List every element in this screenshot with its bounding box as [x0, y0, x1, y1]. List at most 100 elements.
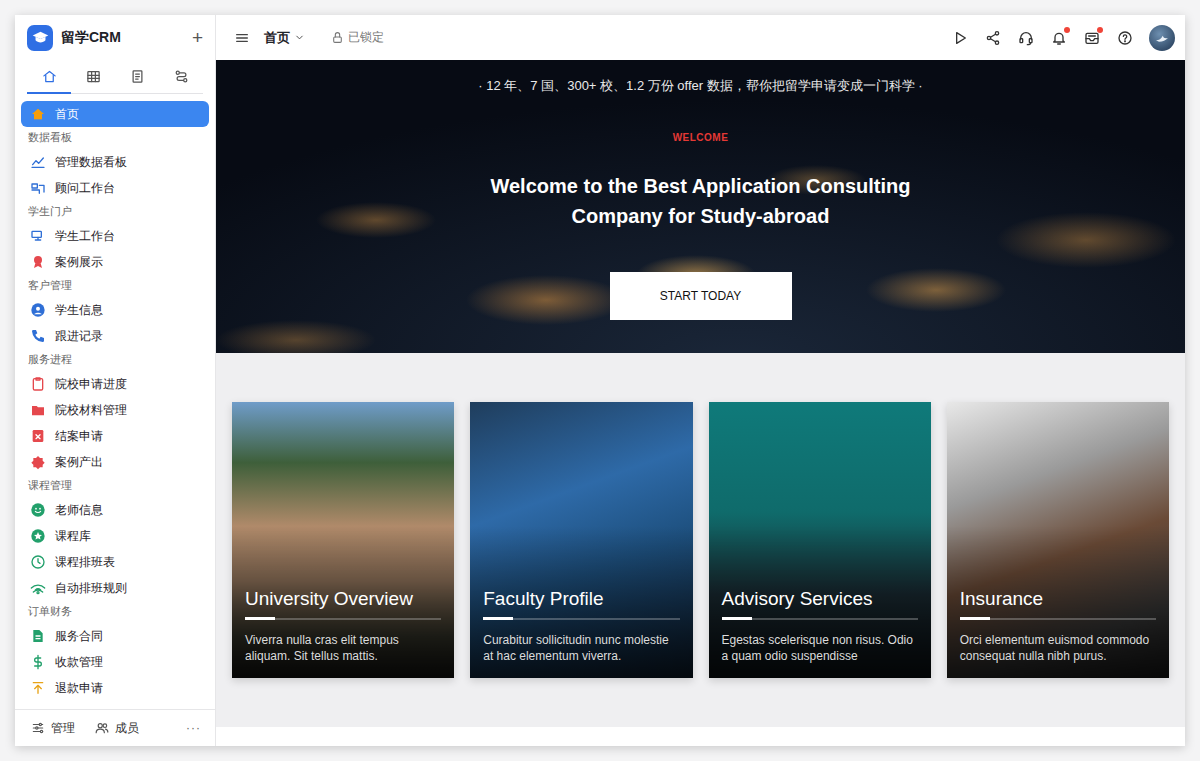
sidebar-tabs: [27, 60, 203, 94]
sidebar-item-label: 案例产出: [55, 455, 103, 469]
help-button[interactable]: [1116, 29, 1134, 47]
menu-section-header: 学生门户: [21, 201, 209, 223]
menu-item-label: 结案申请: [55, 428, 103, 445]
user-avatar[interactable]: [1149, 25, 1175, 51]
sidebar-item-label: 院校申请进度: [55, 377, 127, 391]
manage-button[interactable]: 管理: [31, 720, 75, 737]
menu-section-header: 订单财务: [21, 601, 209, 623]
phone-icon: [30, 328, 46, 344]
sidebar-item[interactable]: 课程排班表: [21, 549, 209, 575]
card-title: Advisory Services: [722, 587, 918, 611]
notification-badge: [1064, 27, 1070, 33]
sidebar-item[interactable]: 顾问工作台: [21, 175, 209, 201]
sidebar-item-label: 案例展示: [55, 255, 103, 269]
bell-button[interactable]: [1050, 29, 1068, 47]
sidebar-item[interactable]: 服务合同: [21, 623, 209, 649]
app-name: 留学CRM: [61, 29, 184, 47]
menu-item-label: 自动排班规则: [55, 580, 127, 597]
document-icon: [30, 428, 46, 444]
share-button[interactable]: [984, 29, 1002, 47]
dollar-icon: [30, 654, 46, 670]
sidebar-item-label: 学生工作台: [55, 229, 115, 243]
sidebar-tab[interactable]: [115, 60, 159, 94]
menu-section-header: 数据看板: [21, 127, 209, 149]
desk-icon: [30, 228, 46, 244]
card-divider: [960, 618, 1156, 620]
logo[interactable]: [27, 25, 53, 51]
sidebar-item-label: 结案申请: [55, 429, 103, 443]
sidebar-item[interactable]: 管理数据看板: [21, 149, 209, 175]
signal-icon: [30, 580, 46, 596]
card-title: Insurance: [960, 587, 1156, 611]
members-button[interactable]: 成员: [95, 720, 139, 737]
menu-icon: [234, 30, 250, 46]
menu-item-label: 顾问工作台: [55, 180, 115, 197]
menu-item-label: 收款管理: [55, 654, 103, 671]
sidebar-item[interactable]: 收款管理: [21, 649, 209, 675]
sidebar-item[interactable]: 案例展示: [21, 249, 209, 275]
sidebar-item-label: 课程库: [55, 529, 91, 543]
inbox-button[interactable]: [1083, 29, 1101, 47]
share-icon: [985, 30, 1001, 46]
sidebar-item[interactable]: 首页: [21, 101, 209, 127]
section-label: 客户管理: [28, 279, 72, 293]
start-button[interactable]: START TODAY: [610, 272, 792, 320]
page-selector[interactable]: 首页: [264, 29, 305, 47]
feature-card[interactable]: InsuranceOrci elementum euismod commodo …: [947, 402, 1169, 678]
feature-cards: University OverviewViverra nulla cras el…: [216, 353, 1185, 727]
menu-item-label: 课程库: [55, 528, 91, 545]
hero-eyebrow: WELCOME: [673, 132, 729, 144]
house-icon: [30, 106, 46, 122]
more-button[interactable]: ···: [186, 721, 201, 735]
sidebar-item-label: 院校材料管理: [55, 403, 127, 417]
notification-badge: [1097, 27, 1103, 33]
menu-item-label: 学生信息: [55, 302, 103, 319]
sidebar-item[interactable]: 课程库: [21, 523, 209, 549]
sidebar-item[interactable]: 案例产出: [21, 449, 209, 475]
card-description: Viverra nulla cras elit tempus aliquam. …: [245, 632, 441, 664]
graduation-cap-icon: [32, 29, 49, 46]
play-icon: [952, 30, 968, 46]
section-label: 数据看板: [28, 131, 72, 145]
headset-button[interactable]: [1017, 29, 1035, 47]
app-window: 留学CRM + 首页数据看板管理数据看板顾问工作台学生门户学生工作台案例展示客户管理…: [15, 15, 1185, 746]
file-icon: [30, 628, 46, 644]
sidebar-item[interactable]: 院校材料管理: [21, 397, 209, 423]
sidebar-item[interactable]: 跟进记录: [21, 323, 209, 349]
card-accent-bar: [960, 617, 990, 620]
award-icon: [30, 254, 46, 270]
sidebar-tab[interactable]: [71, 60, 115, 94]
sidebar-item[interactable]: 学生信息: [21, 297, 209, 323]
sidebar-item[interactable]: 退款申请: [21, 675, 209, 701]
sidebar-item[interactable]: 自动排班规则: [21, 575, 209, 601]
play-button[interactable]: [951, 29, 969, 47]
sidebar-menu: 首页数据看板管理数据看板顾问工作台学生门户学生工作台案例展示客户管理学生信息跟进…: [15, 94, 215, 709]
sidebar-item-label: 退款申请: [55, 681, 103, 695]
sidebar-tab[interactable]: [27, 60, 71, 94]
lock-label: 已锁定: [348, 29, 384, 46]
add-button[interactable]: +: [192, 28, 203, 47]
bird-icon: [1153, 29, 1171, 47]
sidebar-item[interactable]: 学生工作台: [21, 223, 209, 249]
feature-card[interactable]: University OverviewViverra nulla cras el…: [232, 402, 454, 678]
sidebar-item-label: 首页: [55, 107, 79, 121]
sidebar-item[interactable]: 老师信息: [21, 497, 209, 523]
sidebar-item[interactable]: 院校申请进度: [21, 371, 209, 397]
smile-icon: [30, 502, 46, 518]
menu-item-label: 管理数据看板: [55, 154, 127, 171]
sidebar-tab[interactable]: [159, 60, 203, 94]
hero-tagline: · 12 年、7 国、300+ 校、1.2 万份 offer 数据，帮你把留学申…: [478, 77, 922, 95]
table-icon: [86, 69, 101, 84]
headset-icon: [1018, 30, 1034, 46]
help-icon: [1117, 30, 1133, 46]
menu-item-label: 老师信息: [55, 502, 103, 519]
sidebar-item[interactable]: 结案申请: [21, 423, 209, 449]
menu-section-header: 客户管理: [21, 275, 209, 297]
lock-status[interactable]: 已锁定: [331, 29, 384, 46]
feature-card[interactable]: Advisory ServicesEgestas scelerisque non…: [709, 402, 931, 678]
card-description: Curabitur sollicitudin nunc molestie at …: [483, 632, 679, 664]
feature-card[interactable]: Faculty ProfileCurabitur sollicitudin nu…: [470, 402, 692, 678]
sidebar-item-label: 收款管理: [55, 655, 103, 669]
menu-item-label: 院校申请进度: [55, 376, 127, 393]
menu-item-label: 案例产出: [55, 454, 103, 471]
